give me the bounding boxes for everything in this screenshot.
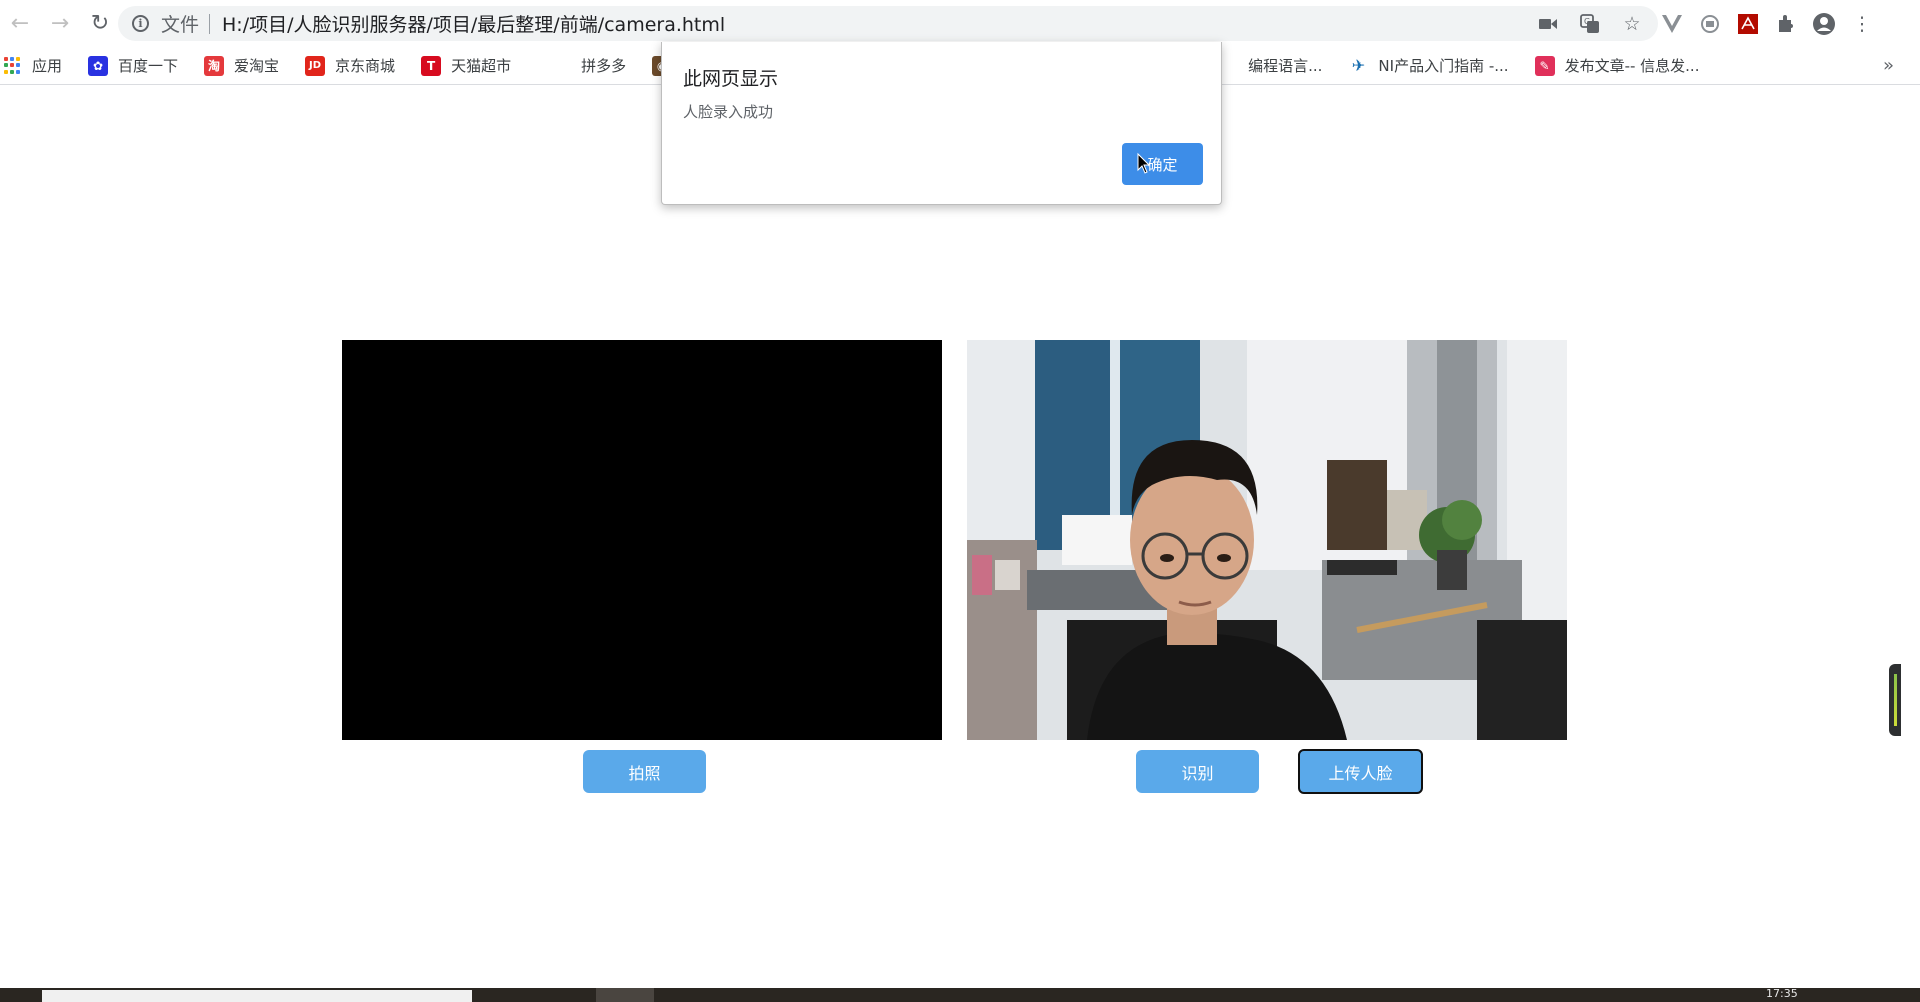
camera-in-use-icon[interactable]: [1536, 12, 1560, 36]
tmall-icon: T: [421, 55, 442, 76]
translate-icon[interactable]: G: [1578, 12, 1602, 36]
taskbar-search-box[interactable]: [42, 990, 472, 1002]
svg-text:G: G: [1584, 17, 1590, 26]
capture-button[interactable]: 拍照: [583, 750, 706, 793]
upload-face-button[interactable]: 上传人脸: [1298, 749, 1423, 794]
bookmark-ni-guide[interactable]: ✈ NI产品入门指南 -...: [1348, 55, 1509, 76]
site-info-icon[interactable]: i: [132, 15, 149, 32]
dialog-message: 人脸录入成功: [683, 103, 774, 121]
baidu-paw-icon: ✿: [88, 55, 109, 76]
ni-logo-icon: ✈: [1348, 55, 1369, 76]
bookmark-jd[interactable]: JD 京东商城: [305, 55, 395, 76]
publish-icon: ✎: [1534, 55, 1555, 76]
bookmark-star-icon[interactable]: ☆: [1620, 12, 1644, 36]
bookmark-baidu[interactable]: ✿ 百度一下: [88, 55, 178, 76]
extensions-puzzle-icon[interactable]: [1774, 12, 1798, 36]
alert-dialog: 此网页显示 人脸录入成功 确定: [661, 42, 1222, 205]
taskbar-clock: 17:35: [1766, 987, 1798, 1000]
scheme-label: 文件: [161, 14, 200, 36]
url-text[interactable]: H:/项目/人脸识别服务器/项目/最后整理/前端/camera.html: [222, 10, 725, 37]
dialog-ok-button[interactable]: 确定: [1122, 143, 1203, 185]
bookmark-taobao[interactable]: 淘 爱淘宝: [204, 55, 279, 76]
bookmark-apps[interactable]: 应用: [4, 55, 62, 76]
captured-photo: [967, 340, 1567, 740]
bookmark-programming[interactable]: 编程语言...: [1248, 55, 1322, 76]
taskbar-active-app[interactable]: [596, 988, 654, 1002]
taobao-icon: 淘: [204, 55, 225, 76]
extension-circle-icon[interactable]: [1698, 12, 1722, 36]
reload-button[interactable]: ↻: [80, 4, 120, 44]
volume-level-bar: [1894, 674, 1897, 726]
dialog-title: 此网页显示: [683, 68, 779, 90]
browser-toolbar: ← → ↻ i 文件 H:/项目/人脸识别服务器/项目/最后整理/前端/came…: [0, 0, 1920, 47]
side-volume-widget[interactable]: [1889, 664, 1901, 736]
address-bar[interactable]: i 文件 H:/项目/人脸识别服务器/项目/最后整理/前端/camera.htm…: [118, 6, 1658, 41]
os-taskbar: 17:35: [0, 987, 1920, 1002]
apps-grid-icon: [4, 56, 22, 75]
captured-photo-image: [967, 340, 1567, 740]
forward-button[interactable]: →: [40, 4, 80, 44]
camera-video: [342, 340, 942, 740]
recognize-button[interactable]: 识别: [1136, 750, 1259, 793]
back-button[interactable]: ←: [0, 4, 40, 44]
omnibox-actions: G ☆: [1536, 6, 1644, 41]
acrobat-icon[interactable]: [1736, 12, 1760, 36]
bookmarks-overflow-chevron-icon[interactable]: »: [1883, 55, 1894, 76]
extensions-area: ⋮: [1660, 6, 1874, 41]
bookmark-pinduoduo[interactable]: 拼多多: [581, 55, 626, 76]
menu-kebab-icon[interactable]: ⋮: [1850, 12, 1874, 36]
vue-devtools-icon[interactable]: [1660, 12, 1684, 36]
jd-icon: JD: [305, 55, 326, 76]
mouse-cursor-icon: [1137, 152, 1151, 174]
profile-avatar-icon[interactable]: [1812, 12, 1836, 36]
omnibox-separator: [209, 13, 211, 34]
bookmark-publish[interactable]: ✎ 发布文章-- 信息发...: [1534, 55, 1699, 76]
bookmark-tmall[interactable]: T 天猫超市: [421, 55, 511, 76]
